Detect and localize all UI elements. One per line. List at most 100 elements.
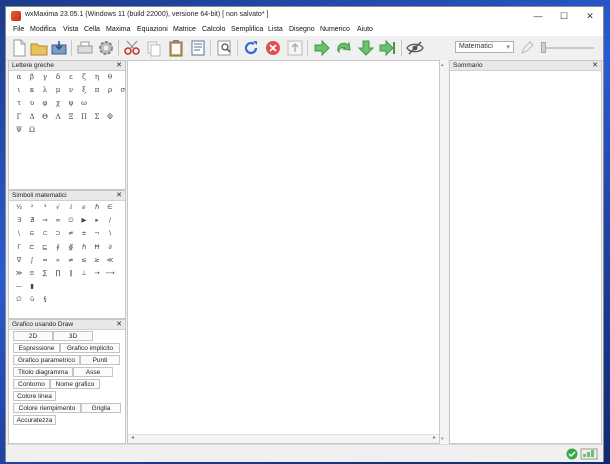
menu-disegno[interactable]: Disegno bbox=[289, 26, 315, 33]
math-symbol-button[interactable]: ∄ bbox=[26, 216, 38, 224]
draw-colore-riempimento-button[interactable]: Colore riempimento bbox=[13, 403, 81, 413]
math-symbol-button[interactable]: ∯ bbox=[65, 243, 77, 251]
math-symbol-button[interactable]: ⊂ bbox=[39, 229, 51, 237]
greek-symbol-button[interactable]: Ψ bbox=[13, 126, 25, 134]
menu-calcolo[interactable]: Calcolo bbox=[202, 26, 225, 33]
math-symbol-button[interactable]: ∈ bbox=[104, 203, 116, 211]
greek-symbol-button[interactable]: π bbox=[91, 86, 103, 94]
greek-symbol-button[interactable]: τ bbox=[13, 99, 25, 107]
math-symbol-button[interactable]: ∃ bbox=[13, 216, 25, 224]
print-icon[interactable] bbox=[76, 39, 94, 57]
greek-symbol-button[interactable]: μ bbox=[52, 86, 64, 94]
math-symbol-button[interactable]: — bbox=[13, 282, 25, 290]
math-symbol-button[interactable]: ü bbox=[26, 295, 38, 303]
math-symbol-button[interactable]: ≠ bbox=[65, 256, 77, 264]
close-button[interactable]: ✕ bbox=[577, 7, 603, 25]
math-symbol-button[interactable]: ∅ bbox=[65, 216, 77, 224]
math-symbol-button[interactable]: ½ bbox=[13, 203, 25, 211]
draw-grafico-parametrico-button[interactable]: Grafico parametrico bbox=[13, 355, 80, 365]
math-symbol-button[interactable]: ⊃ bbox=[52, 229, 64, 237]
maximize-button[interactable]: ☐ bbox=[551, 7, 577, 25]
math-symbol-button[interactable]: ∥ bbox=[65, 269, 77, 277]
draw-grafico-implicito-button[interactable]: Grafico implicito bbox=[60, 343, 120, 353]
refresh-icon[interactable] bbox=[242, 39, 260, 57]
draw-nome-grafico-button[interactable]: Nome grafico bbox=[50, 379, 100, 389]
pen-icon[interactable] bbox=[518, 39, 536, 57]
math-symbol-button[interactable]: ≥ bbox=[91, 256, 103, 264]
menu-semplifica[interactable]: Semplifica bbox=[231, 26, 263, 33]
greek-pane-close-icon[interactable]: ✕ bbox=[116, 61, 122, 69]
math-symbol-button[interactable]: ⅇ bbox=[78, 203, 90, 211]
greek-symbol-button[interactable]: β bbox=[26, 73, 38, 81]
math-symbol-button[interactable]: § bbox=[39, 295, 51, 303]
scroll-right-icon[interactable]: ▸ bbox=[433, 434, 436, 441]
menu-vista[interactable]: Vista bbox=[63, 26, 78, 33]
skip-forward-icon[interactable] bbox=[379, 39, 397, 57]
draw-espressione-button[interactable]: Espressione bbox=[13, 343, 60, 353]
upload-icon[interactable] bbox=[286, 39, 304, 57]
math-symbol-button[interactable]: √ bbox=[52, 203, 64, 211]
greek-symbol-button[interactable]: γ bbox=[39, 73, 51, 81]
math-symbol-button[interactable]: ³ bbox=[39, 203, 51, 211]
math-symbol-button[interactable]: ⊆ bbox=[26, 229, 38, 237]
greek-symbol-button[interactable]: θ bbox=[104, 73, 116, 81]
math-symbol-button[interactable]: ▶ bbox=[78, 216, 90, 224]
cut-icon[interactable] bbox=[123, 39, 141, 57]
greek-symbol-button[interactable]: ψ bbox=[65, 99, 77, 107]
greek-symbol-button[interactable]: Ω bbox=[26, 126, 38, 134]
greek-symbol-button[interactable]: Φ bbox=[104, 113, 116, 121]
math-symbol-button[interactable]: ∮ bbox=[52, 243, 64, 251]
greek-symbol-button[interactable]: Π bbox=[78, 113, 90, 121]
math-symbol-button[interactable]: ⅈ bbox=[65, 203, 77, 211]
gear-icon[interactable] bbox=[97, 39, 115, 57]
menu-matrice[interactable]: Matrice bbox=[173, 26, 196, 33]
worksheet-area[interactable]: ◂ ▸ bbox=[127, 60, 440, 444]
greek-symbol-button[interactable]: ζ bbox=[78, 73, 90, 81]
math-symbol-button[interactable]: ⊥ bbox=[78, 269, 90, 277]
math-symbol-button[interactable]: ≡ bbox=[26, 269, 38, 277]
menu-file[interactable]: File bbox=[13, 26, 24, 33]
curved-arrow-icon[interactable] bbox=[335, 39, 353, 57]
select-all-icon[interactable] bbox=[189, 39, 207, 57]
summary-pane-close-icon[interactable]: ✕ bbox=[592, 61, 598, 69]
scroll-up-icon[interactable]: ▴ bbox=[441, 62, 444, 68]
greek-symbol-button[interactable]: δ bbox=[52, 73, 64, 81]
copy-icon[interactable] bbox=[145, 39, 163, 57]
math-symbol-button[interactable]: ⊑ bbox=[39, 243, 51, 251]
math-symbol-button[interactable]: ∇ bbox=[13, 256, 25, 264]
math-symbol-button[interactable]: ∏ bbox=[52, 269, 64, 277]
greek-symbol-button[interactable]: ξ bbox=[78, 86, 90, 94]
math-symbol-button[interactable]: \ bbox=[13, 229, 25, 237]
greek-symbol-button[interactable]: η bbox=[91, 73, 103, 81]
math-symbol-button[interactable]: Ħ bbox=[91, 243, 103, 251]
greek-symbol-button[interactable]: κ bbox=[26, 86, 38, 94]
draw-pane-close-icon[interactable]: ✕ bbox=[116, 320, 122, 328]
greek-symbol-button[interactable]: Λ bbox=[52, 113, 64, 121]
save-icon[interactable] bbox=[50, 39, 68, 57]
draw-asse-button[interactable]: Asse bbox=[73, 367, 113, 377]
math-symbol-button[interactable]: ≠ bbox=[65, 229, 77, 237]
math-symbol-button[interactable]: ² bbox=[26, 203, 38, 211]
math-symbol-button[interactable]: ∫ bbox=[26, 256, 38, 264]
math-symbol-button[interactable]: ⇒ bbox=[39, 216, 51, 224]
greek-symbol-button[interactable]: φ bbox=[39, 99, 51, 107]
open-folder-icon[interactable] bbox=[30, 39, 48, 57]
menu-maxima[interactable]: Maxima bbox=[106, 26, 131, 33]
interrupt-icon[interactable] bbox=[264, 39, 282, 57]
scroll-left-icon[interactable]: ◂ bbox=[131, 434, 134, 441]
greek-symbol-button[interactable]: Γ bbox=[13, 113, 25, 121]
math-symbol-button[interactable]: ▮ bbox=[26, 282, 38, 290]
math-symbol-button[interactable]: ∞ bbox=[52, 216, 64, 224]
draw-accuratezza-button[interactable]: Accuratezza bbox=[13, 415, 56, 425]
greek-symbol-button[interactable]: Θ bbox=[39, 113, 51, 121]
vertical-scrollbar[interactable]: ▴ ▾ bbox=[440, 60, 448, 444]
math-symbol-button[interactable]: ∑ bbox=[39, 269, 51, 277]
math-symbol-button[interactable]: ≤ bbox=[78, 256, 90, 264]
greek-symbol-button[interactable]: σ bbox=[117, 86, 125, 94]
math-symbol-button[interactable]: ⊏ bbox=[26, 243, 38, 251]
math-symbol-button[interactable]: ¬ bbox=[91, 229, 103, 237]
greek-symbol-button[interactable]: ε bbox=[65, 73, 77, 81]
draw-griglia-button[interactable]: Griglia bbox=[81, 403, 121, 413]
menu-aiuto[interactable]: Aiuto bbox=[357, 26, 373, 33]
greek-symbol-button[interactable]: α bbox=[13, 73, 25, 81]
